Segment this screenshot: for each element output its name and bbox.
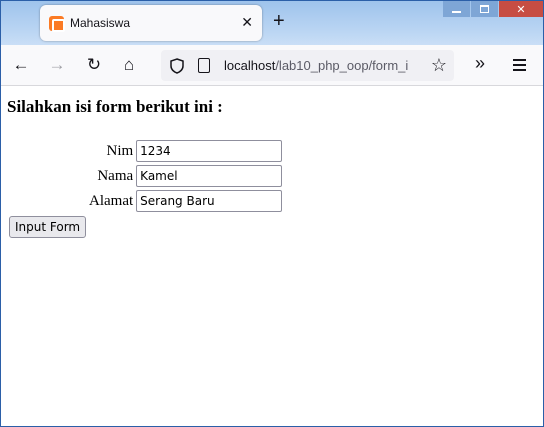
url-host: localhost xyxy=(224,58,276,73)
nama-input[interactable] xyxy=(136,165,283,187)
xampp-favicon-icon xyxy=(49,16,65,32)
alamat-input[interactable] xyxy=(136,190,283,212)
browser-window: Mahasiswa ✕ + ✕ ← → ↻ ⌂ localhost/lab10_… xyxy=(0,0,544,427)
page-content: Silahkan isi form berikut ini : Nim Nama… xyxy=(1,87,543,426)
maximize-button[interactable] xyxy=(471,1,498,17)
nim-label: Nim xyxy=(106,142,134,159)
form-row-nama: Nama xyxy=(89,165,283,187)
home-icon[interactable]: ⌂ xyxy=(118,54,140,76)
navigation-toolbar: ← → ↻ ⌂ localhost/lab10_php_oop/form_i ☆… xyxy=(1,45,543,86)
input-form-button[interactable]: Input Form xyxy=(9,216,87,238)
form-row-nim: Nim xyxy=(89,140,283,162)
alamat-label: Alamat xyxy=(89,192,134,209)
url-path: /lab10_php_oop/form_i xyxy=(275,58,409,73)
address-bar[interactable]: localhost/lab10_php_oop/form_i ☆ xyxy=(161,50,454,81)
mahasiswa-form: Nim Nama Alamat xyxy=(89,137,283,215)
new-tab-icon[interactable]: + xyxy=(273,10,285,32)
form-row-alamat: Alamat xyxy=(89,190,283,212)
minimize-button[interactable] xyxy=(443,1,470,17)
hamburger-menu-icon[interactable] xyxy=(513,59,526,71)
nama-label: Nama xyxy=(97,167,134,184)
bookmark-star-icon[interactable]: ☆ xyxy=(431,55,447,75)
minimize-icon xyxy=(452,11,461,13)
close-window-button[interactable]: ✕ xyxy=(499,1,543,17)
close-tab-icon[interactable]: ✕ xyxy=(241,14,253,30)
window-controls: ✕ xyxy=(443,1,543,17)
maximize-icon xyxy=(480,5,489,13)
page-info-icon[interactable] xyxy=(198,58,210,73)
url-text[interactable]: localhost/lab10_php_oop/form_i xyxy=(224,58,420,73)
nim-input[interactable] xyxy=(136,140,283,162)
back-icon[interactable]: ← xyxy=(10,54,32,76)
title-bar: Mahasiswa ✕ + ✕ xyxy=(1,1,543,45)
close-icon: ✕ xyxy=(516,3,526,16)
page-heading: Silahkan isi form berikut ini : xyxy=(7,97,223,116)
forward-icon[interactable]: → xyxy=(46,54,68,76)
browser-tab[interactable]: Mahasiswa ✕ xyxy=(40,5,262,41)
tracking-protection-shield-icon[interactable] xyxy=(170,58,184,74)
toolbar-overflow-icon[interactable]: » xyxy=(475,53,485,74)
reload-icon[interactable]: ↻ xyxy=(83,54,105,76)
tab-title: Mahasiswa xyxy=(70,16,131,30)
